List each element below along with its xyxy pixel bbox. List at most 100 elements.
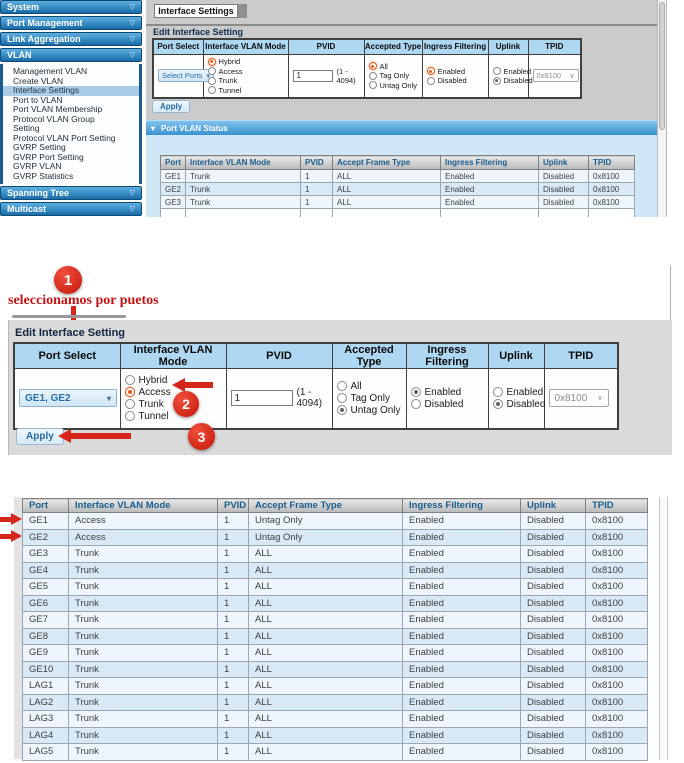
radio-label: Tunnel: [139, 411, 169, 422]
radio-selected-icon[interactable]: [125, 387, 135, 397]
radio-option-tag-only[interactable]: Tag Only: [337, 393, 402, 404]
radio-option-disabled[interactable]: Disabled: [427, 76, 484, 85]
chevron-down-icon: ▽: [130, 3, 135, 11]
radio-option-trunk[interactable]: Trunk: [208, 76, 284, 85]
radio-option-hybrid[interactable]: Hybrid: [208, 57, 284, 66]
radio-option-tunnel[interactable]: Tunnel: [208, 86, 284, 95]
cell: Untag Only: [249, 529, 403, 546]
table-row-ge9: GE9Trunk1ALLEnabledDisabled0x8100: [23, 645, 648, 662]
cell: Access: [69, 513, 218, 530]
cell: Enabled: [441, 196, 539, 209]
pvid-input[interactable]: [231, 390, 293, 406]
cell: 0x8100: [586, 546, 648, 563]
radio-icon[interactable]: [369, 81, 377, 89]
table-row-empty: [161, 209, 635, 218]
radio-icon[interactable]: [125, 411, 135, 421]
radio-selected-icon[interactable]: [493, 399, 503, 409]
radio-selected-icon[interactable]: [493, 77, 501, 85]
radio-selected-icon[interactable]: [337, 405, 347, 415]
radio-option-untag-only[interactable]: Untag Only: [369, 81, 418, 90]
chevron-down-icon: ▽: [130, 35, 135, 43]
edit-section-heading: Edit Interface Setting: [153, 27, 243, 37]
cell: Trunk: [69, 727, 218, 744]
radio-icon[interactable]: [208, 86, 216, 94]
radio-option-enabled[interactable]: Enabled: [427, 67, 484, 76]
radio-icon[interactable]: [125, 399, 135, 409]
cell: Trunk: [69, 579, 218, 596]
cell: Enabled: [403, 612, 521, 629]
sidebar-group-port-management[interactable]: Port Management▽: [0, 16, 142, 30]
cell: Disabled: [539, 183, 589, 196]
radio-option-tag-only[interactable]: Tag Only: [369, 71, 418, 80]
cell: [441, 209, 539, 218]
horizontal-scrollbar-remnant[interactable]: [12, 315, 126, 318]
collapse-marker-icon: ▾: [151, 124, 155, 133]
vertical-scrollbar[interactable]: [659, 497, 668, 760]
radio-option-all[interactable]: All: [369, 62, 418, 71]
vertical-scrollbar[interactable]: [657, 0, 667, 217]
column-header-interface-vlan-mode: Interface VLAN Mode: [69, 499, 218, 513]
radio-icon[interactable]: [337, 381, 347, 391]
radio-option-enabled[interactable]: Enabled: [411, 387, 484, 398]
cell: ALL: [249, 562, 403, 579]
sidebar-group-link-aggregation[interactable]: Link Aggregation▽: [0, 32, 142, 46]
cell: Disabled: [521, 645, 586, 662]
column-header-accept-frame-type: Accept Frame Type: [249, 499, 403, 513]
sidebar-group-spanning-tree[interactable]: Spanning Tree▽: [0, 186, 142, 200]
step-3-badge: 3: [188, 423, 215, 450]
sidebar-item-protocol-vlan-group-setting[interactable]: Protocol VLAN Group Setting: [3, 115, 107, 134]
radio-icon[interactable]: [369, 72, 377, 80]
radio-label: Disabled: [507, 399, 546, 410]
scrollbar-thumb[interactable]: [659, 2, 665, 130]
cell: Enabled: [403, 562, 521, 579]
column-header-vlan-mode: Interface VLAN Mode: [120, 343, 226, 369]
radio-selected-icon[interactable]: [411, 387, 421, 397]
radio-label: Hybrid: [139, 375, 168, 386]
apply-button[interactable]: Apply: [152, 100, 190, 113]
tpid-select[interactable]: 0x8100 ∨: [549, 389, 609, 407]
cell: 0x8100: [586, 694, 648, 711]
radio-label: Enabled: [425, 387, 462, 398]
tpid-select[interactable]: 0x8100 ∨: [533, 69, 579, 82]
cell: [333, 209, 441, 218]
chevron-down-icon: ▽: [130, 51, 135, 59]
port-select-dropdown[interactable]: Select Ports ▾: [158, 69, 214, 82]
radio-option-disabled[interactable]: Disabled: [411, 399, 484, 410]
cell: 0x8100: [586, 744, 648, 761]
sidebar-group-vlan[interactable]: VLAN▽: [0, 48, 142, 62]
cell: Disabled: [521, 595, 586, 612]
column-header-port-select: Port Select: [14, 343, 120, 369]
sidebar-item-gvrp-statistics[interactable]: GVRP Statistics: [3, 172, 139, 182]
sidebar-group-multicast[interactable]: Multicast▽: [0, 202, 142, 216]
radio-icon[interactable]: [493, 67, 501, 75]
menu-group-label: System: [7, 2, 39, 12]
column-header-ingress-filtering: Ingress Filtering: [441, 156, 539, 170]
radio-option-access[interactable]: Access: [208, 67, 284, 76]
radio-selected-icon[interactable]: [369, 62, 377, 70]
radio-option-disabled[interactable]: Disabled: [493, 399, 540, 410]
radio-icon[interactable]: [208, 77, 216, 85]
cell: [161, 209, 186, 218]
radio-icon[interactable]: [125, 375, 135, 385]
port-vlan-status-bar[interactable]: ▾ Port VLAN Status: [146, 120, 657, 135]
sidebar-group-system[interactable]: System ▽: [0, 0, 142, 14]
pvid-input[interactable]: [293, 70, 333, 82]
radio-option-tunnel[interactable]: Tunnel: [125, 411, 222, 422]
radio-icon[interactable]: [208, 67, 216, 75]
radio-option-untag-only[interactable]: Untag Only: [337, 405, 402, 416]
apply-button[interactable]: Apply: [16, 428, 64, 445]
radio-icon[interactable]: [493, 387, 503, 397]
tpid-value: 0x8100: [555, 393, 588, 404]
port-select-dropdown[interactable]: GE1, GE2 ▾: [19, 389, 117, 407]
radio-option-enabled[interactable]: Enabled: [493, 387, 540, 398]
radio-selected-icon[interactable]: [427, 67, 435, 75]
radio-option-enabled[interactable]: Enabled: [493, 67, 524, 76]
radio-icon[interactable]: [337, 393, 347, 403]
cell: 1: [301, 196, 333, 209]
radio-selected-icon[interactable]: [208, 58, 216, 66]
cell: Disabled: [539, 196, 589, 209]
radio-icon[interactable]: [427, 77, 435, 85]
radio-option-all[interactable]: All: [337, 381, 402, 392]
radio-icon[interactable]: [411, 399, 421, 409]
radio-option-disabled[interactable]: Disabled: [493, 76, 524, 85]
